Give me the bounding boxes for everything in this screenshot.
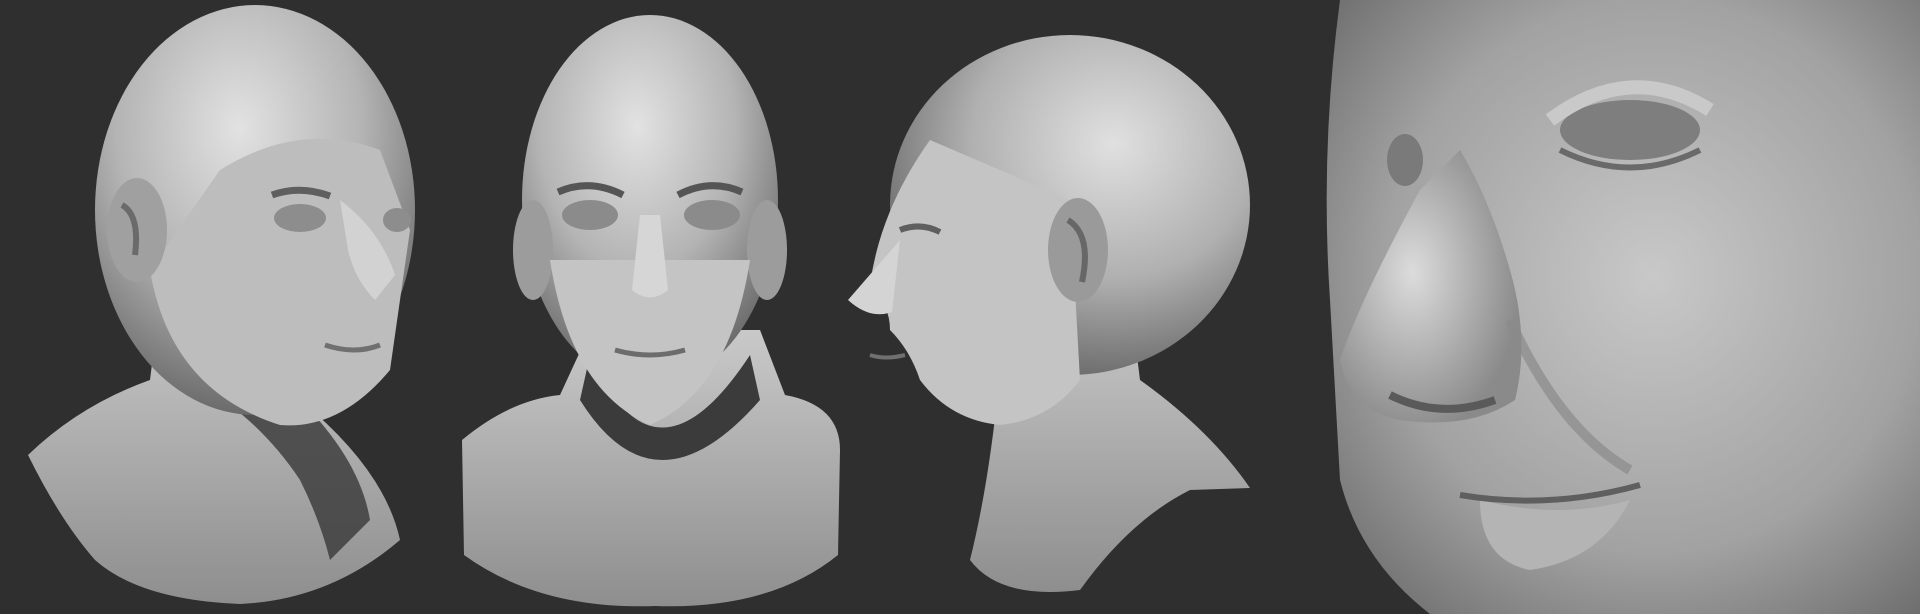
head-three-quarter-view	[0, 0, 440, 614]
face-closeup-nose-eye-icon	[1326, 0, 1920, 614]
head-sculpt-3q-icon	[28, 5, 415, 604]
head-front-view	[440, 0, 870, 614]
head-profile-view	[830, 0, 1300, 614]
face-closeup-view	[1300, 0, 1920, 614]
sculpt-turnaround-sheet	[0, 0, 1920, 614]
head-sculpt-front-icon	[462, 15, 840, 607]
head-sculpt-profile-icon	[848, 35, 1250, 592]
